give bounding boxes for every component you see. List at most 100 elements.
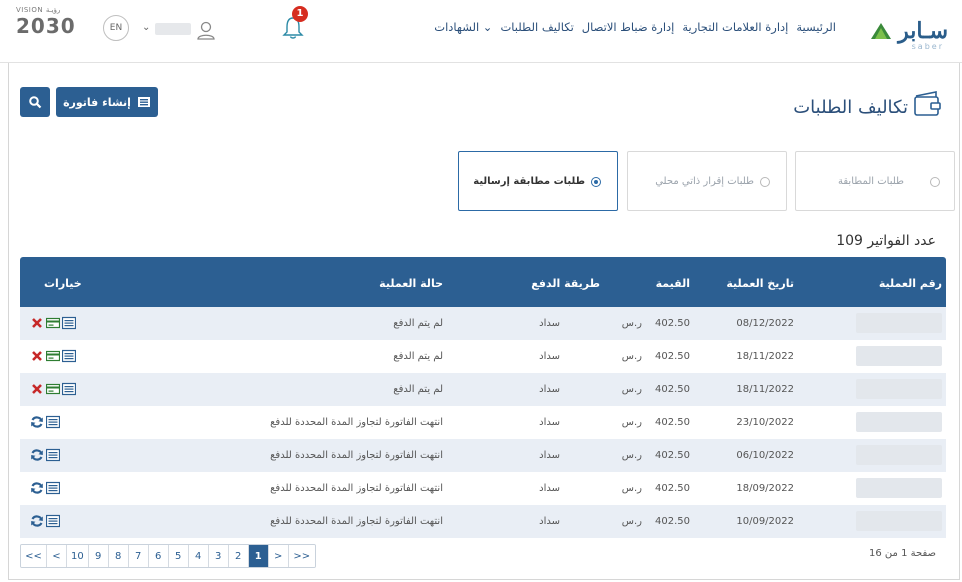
page-button[interactable]: > — [268, 545, 289, 567]
header-amount: القيمة — [655, 277, 690, 290]
page-button[interactable]: < — [47, 545, 67, 567]
txn-status: انتهت الفاتورة لتجاوز المدة المحددة للدف… — [270, 483, 443, 494]
page-button[interactable]: 7 — [128, 545, 149, 567]
notification-badge: 1 — [292, 6, 308, 22]
page-button[interactable]: 5 — [168, 545, 189, 567]
create-invoice-button[interactable]: إنشاء فاتورة — [56, 87, 158, 117]
page-button[interactable]: 10 — [67, 545, 89, 567]
user-icon[interactable] — [196, 20, 216, 40]
txn-date: 18/11/2022 — [736, 351, 794, 362]
delete-icon[interactable] — [30, 382, 44, 399]
page-button[interactable]: 6 — [148, 545, 169, 567]
refresh-icon[interactable] — [30, 448, 44, 465]
row-options — [30, 481, 60, 498]
page-button[interactable]: 2 — [228, 545, 249, 567]
tab-shipment-conformity-requests[interactable]: طلبات مطابقة إرسالية — [458, 151, 618, 211]
radio-icon[interactable] — [760, 177, 770, 187]
invoice-count: عدد الفواتير 109 — [836, 233, 936, 249]
txn-date: 18/09/2022 — [736, 483, 794, 494]
page-button[interactable]: << — [21, 545, 47, 567]
menu-item-certificates[interactable]: الشهادات ⌄ — [434, 20, 492, 34]
txn-number-masked — [856, 412, 942, 432]
payment-card-icon[interactable] — [46, 316, 60, 333]
menu-item-contacts[interactable]: إدارة ضباط الاتصال — [582, 20, 675, 34]
pay-method: سداد — [539, 516, 560, 527]
table-row: 23/10/2022 402.50 ر.س سداد انتهت الفاتورة لت… — [20, 406, 946, 439]
txn-status: لم يتم الدفع — [393, 384, 443, 395]
txn-date: 18/11/2022 — [736, 384, 794, 395]
tab-conformity-requests[interactable]: طلبات المطابقة — [795, 151, 955, 211]
page-button[interactable]: >> — [288, 545, 315, 567]
row-options — [30, 415, 60, 432]
radio-icon[interactable] — [930, 177, 940, 187]
delete-icon[interactable] — [30, 316, 44, 333]
refresh-icon[interactable] — [30, 481, 44, 498]
amount: 402.50 — [655, 384, 690, 395]
txn-number-masked — [856, 445, 942, 465]
pay-method: سداد — [539, 417, 560, 428]
chevron-down-icon[interactable]: ⌄ — [142, 22, 150, 33]
language-toggle[interactable]: EN — [103, 15, 129, 41]
payment-card-icon[interactable] — [46, 349, 60, 366]
pay-method: سداد — [539, 384, 560, 395]
page-button[interactable]: 8 — [108, 545, 129, 567]
menu-item-home[interactable]: الرئيسية — [796, 20, 836, 34]
details-icon[interactable] — [46, 481, 60, 498]
main-menu: الرئيسية إدارة العلامات التجارية إدارة ض… — [434, 20, 836, 34]
create-invoice-label: إنشاء فاتورة — [63, 95, 131, 109]
amount: 402.50 — [655, 417, 690, 428]
row-options — [30, 448, 60, 465]
top-navbar: سـابر saber الرئيسية إدارة العلامات التج… — [0, 0, 962, 63]
txn-date: 08/12/2022 — [736, 318, 794, 329]
row-options — [30, 316, 76, 333]
vision-2030-logo: VISION رؤيـة 2030 — [16, 6, 76, 44]
page-info: صفحة 1 من 16 — [869, 548, 936, 559]
txn-date: 10/09/2022 — [736, 516, 794, 527]
txn-status: انتهت الفاتورة لتجاوز المدة المحددة للدف… — [270, 417, 443, 428]
txn-number-masked — [856, 379, 942, 399]
payment-card-icon[interactable] — [46, 382, 60, 399]
txn-status: لم يتم الدفع — [393, 351, 443, 362]
invoice-icon — [137, 97, 150, 107]
details-icon[interactable] — [46, 514, 60, 531]
tab-label: طلبات مطابقة إرسالية — [473, 176, 585, 187]
search-button[interactable] — [20, 87, 50, 117]
page-button[interactable]: 3 — [208, 545, 229, 567]
amount: 402.50 — [655, 318, 690, 329]
pay-method: سداد — [539, 450, 560, 461]
saber-logo[interactable]: سـابر saber — [870, 18, 948, 51]
amount: 402.50 — [655, 351, 690, 362]
currency: ر.س — [621, 384, 642, 395]
details-icon[interactable] — [46, 415, 60, 432]
amount: 402.50 — [655, 516, 690, 527]
menu-item-request-costs[interactable]: تكاليف الطلبات — [500, 20, 573, 34]
delete-icon[interactable] — [30, 349, 44, 366]
details-icon[interactable] — [62, 316, 76, 333]
pay-method: سداد — [539, 351, 560, 362]
menu-item-trademarks[interactable]: إدارة العلامات التجارية — [682, 20, 788, 34]
wallet-icon — [914, 91, 941, 116]
details-icon[interactable] — [46, 448, 60, 465]
page-button[interactable]: 9 — [88, 545, 109, 567]
amount: 402.50 — [655, 483, 690, 494]
page-button[interactable]: 4 — [188, 545, 209, 567]
refresh-icon[interactable] — [30, 514, 44, 531]
table-row: 08/12/2022 402.50 ر.س سداد لم يتم الدفع — [20, 307, 946, 340]
page-title: تكاليف الطلبات — [793, 97, 908, 118]
refresh-icon[interactable] — [30, 415, 44, 432]
details-icon[interactable] — [62, 382, 76, 399]
vision-year: 2030 — [16, 14, 76, 38]
page-button[interactable]: 1 — [248, 545, 269, 567]
txn-status: انتهت الفاتورة لتجاوز المدة المحددة للدف… — [270, 450, 443, 461]
radio-selected-icon[interactable] — [591, 177, 601, 187]
pay-method: سداد — [539, 483, 560, 494]
amount: 402.50 — [655, 450, 690, 461]
txn-status: لم يتم الدفع — [393, 318, 443, 329]
logo-subtext: saber — [911, 42, 944, 51]
tab-local-declaration-requests[interactable]: طلبات إقرار ذاتي محلي — [627, 151, 787, 211]
tab-label: طلبات المطابقة — [838, 176, 904, 187]
txn-status: انتهت الفاتورة لتجاوز المدة المحددة للدف… — [270, 516, 443, 527]
txn-number-masked — [856, 346, 942, 366]
table-row: 18/09/2022 402.50 ر.س سداد انتهت الفاتورة لت… — [20, 472, 946, 505]
details-icon[interactable] — [62, 349, 76, 366]
